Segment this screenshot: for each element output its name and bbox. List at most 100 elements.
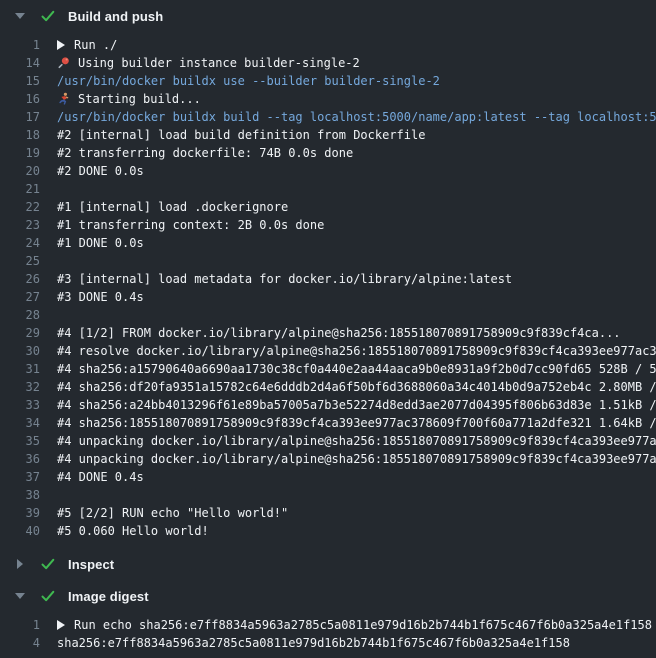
line-number[interactable]: 4 [0,634,40,652]
log-line: 33 #4 sha256:a24bb4013296f61e89ba57005a7… [0,396,656,414]
log-line: 4 sha256:e7ff8834a5963a2785c5a0811e979d1… [0,634,656,652]
check-icon [40,588,56,604]
line-text: #2 transferring dockerfile: 74B 0.0s don… [57,144,353,162]
line-number[interactable]: 1 [0,616,40,634]
line-text: #2 [internal] load build definition from… [57,126,425,144]
log-line: 35 #4 unpacking docker.io/library/alpine… [0,432,656,450]
line-text: #4 DONE 0.4s [57,468,144,486]
line-text: sha256:e7ff8834a5963a2785c5a0811e979d16b… [57,634,570,652]
log-line: 37 #4 DONE 0.4s [0,468,656,486]
workflow-log-viewer: Build and push 1 Run ./ 14 Using builder… [0,0,656,658]
log-line: 1 Run echo sha256:e7ff8834a5963a2785c5a0… [0,616,656,634]
log-line: 40 #5 0.060 Hello world! [0,522,656,540]
pushpin-icon [57,56,71,70]
line-number[interactable]: 29 [0,324,40,342]
log-line: 20 #2 DONE 0.0s [0,162,656,180]
line-number[interactable]: 1 [0,36,40,54]
line-number[interactable]: 20 [0,162,40,180]
line-text: #3 DONE 0.4s [57,288,144,306]
line-number[interactable]: 22 [0,198,40,216]
log-line: 30 #4 resolve docker.io/library/alpine@s… [0,342,656,360]
check-icon [40,8,56,24]
line-text: /usr/bin/docker buildx use --builder bui… [57,72,440,90]
log-line: 1 Run ./ [0,36,656,54]
line-number[interactable]: 16 [0,90,40,108]
log-line: 14 Using builder instance builder-single… [0,54,656,72]
log-section: Inspect [0,548,656,580]
line-number[interactable]: 15 [0,72,40,90]
log-section: Image digest 1 Run echo sha256:e7ff8834a… [0,580,656,658]
line-number[interactable]: 14 [0,54,40,72]
line-text: #4 sha256:185518070891758909c9f839cf4ca3… [57,414,656,432]
line-number[interactable]: 18 [0,126,40,144]
line-number[interactable]: 21 [0,180,40,198]
section-title: Build and push [68,9,163,24]
log-line: 18 #2 [internal] load build definition f… [0,126,656,144]
line-number[interactable]: 23 [0,216,40,234]
line-number[interactable]: 27 [0,288,40,306]
section-header-image-digest[interactable]: Image digest [0,580,656,612]
line-text: #4 sha256:a24bb4013296f61e89ba57005a7b3e… [57,396,656,414]
section-lines: 1 Run ./ 14 Using builder instance build… [0,32,656,548]
line-number[interactable]: 28 [0,306,40,324]
log-line: 28 [0,306,656,324]
line-text: Run ./ [74,36,117,54]
line-text: /usr/bin/docker buildx build --tag local… [57,108,656,126]
line-number[interactable]: 38 [0,486,40,504]
line-number[interactable]: 32 [0,378,40,396]
play-icon[interactable] [57,620,65,630]
log-line: 19 #2 transferring dockerfile: 74B 0.0s … [0,144,656,162]
log-line: 15 /usr/bin/docker buildx use --builder … [0,72,656,90]
check-icon [40,556,56,572]
line-number[interactable]: 17 [0,108,40,126]
line-number[interactable]: 34 [0,414,40,432]
caret-right-icon [14,559,26,569]
line-number[interactable]: 31 [0,360,40,378]
play-icon[interactable] [57,40,65,50]
log-line: 23 #1 transferring context: 2B 0.0s done [0,216,656,234]
log-line: 24 #1 DONE 0.0s [0,234,656,252]
line-text: #4 [1/2] FROM docker.io/library/alpine@s… [57,324,621,342]
line-number[interactable]: 30 [0,342,40,360]
line-text: #4 unpacking docker.io/library/alpine@sh… [57,450,656,468]
line-text: Using builder instance builder-single-2 [78,54,360,72]
caret-down-icon [14,13,26,19]
line-text: Starting build... [78,90,201,108]
line-text: #5 0.060 Hello world! [57,522,209,540]
runner-icon [57,92,71,106]
log-line: 31 #4 sha256:a15790640a6690aa1730c38cf0a… [0,360,656,378]
line-text: #4 sha256:a15790640a6690aa1730c38cf0a440… [57,360,656,378]
log-line: 26 #3 [internal] load metadata for docke… [0,270,656,288]
line-text: #4 resolve docker.io/library/alpine@sha2… [57,342,656,360]
log-line: 29 #4 [1/2] FROM docker.io/library/alpin… [0,324,656,342]
line-number[interactable]: 24 [0,234,40,252]
section-header-build-and-push[interactable]: Build and push [0,0,656,32]
log-line: 34 #4 sha256:185518070891758909c9f839cf4… [0,414,656,432]
line-text: #3 [internal] load metadata for docker.i… [57,270,512,288]
line-number[interactable]: 26 [0,270,40,288]
line-number[interactable]: 39 [0,504,40,522]
line-number[interactable]: 19 [0,144,40,162]
line-number[interactable]: 37 [0,468,40,486]
line-text: #1 [internal] load .dockerignore [57,198,288,216]
section-header-inspect[interactable]: Inspect [0,548,656,580]
line-number[interactable]: 25 [0,252,40,270]
line-number[interactable]: 36 [0,450,40,468]
log-line: 16 Starting build... [0,90,656,108]
line-text: #2 DONE 0.0s [57,162,144,180]
log-line: 22 #1 [internal] load .dockerignore [0,198,656,216]
line-number[interactable]: 33 [0,396,40,414]
log-line: 21 [0,180,656,198]
log-line: 39 #5 [2/2] RUN echo "Hello world!" [0,504,656,522]
log-section: Build and push 1 Run ./ 14 Using builder… [0,0,656,548]
line-text: #1 transferring context: 2B 0.0s done [57,216,324,234]
log-line: 32 #4 sha256:df20fa9351a15782c64e6dddb2d… [0,378,656,396]
line-text: #1 DONE 0.0s [57,234,144,252]
section-title: Image digest [68,589,149,604]
line-number[interactable]: 35 [0,432,40,450]
log-line: 17 /usr/bin/docker buildx build --tag lo… [0,108,656,126]
log-line: 27 #3 DONE 0.4s [0,288,656,306]
caret-down-icon [14,593,26,599]
line-number[interactable]: 40 [0,522,40,540]
line-text: Run echo sha256:e7ff8834a5963a2785c5a081… [74,616,652,634]
